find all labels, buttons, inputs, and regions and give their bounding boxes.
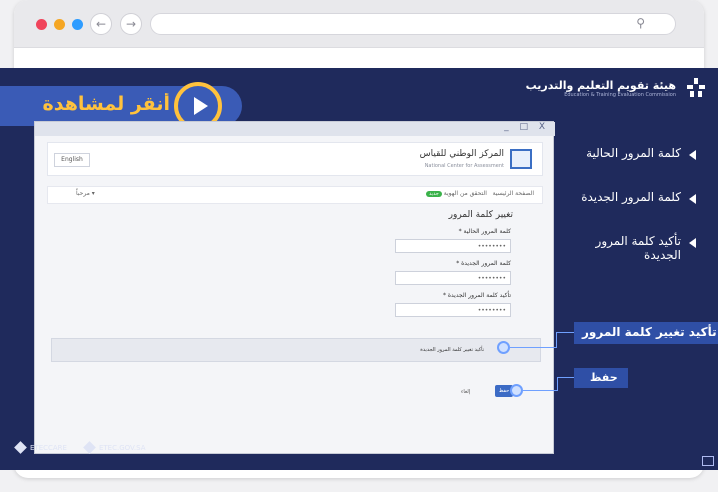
bullet-icon — [689, 238, 696, 248]
close-dot[interactable] — [36, 19, 47, 30]
footer-eteccare[interactable]: ETECCARE — [14, 441, 67, 454]
user-menu[interactable]: مرحباً ▾ — [76, 190, 95, 197]
steps-list: كلمة المرور الحالية كلمة المرور الجديدة … — [556, 146, 696, 292]
inner-nav-links: الصفحة الرئيسية التحقق من الهوية جديد — [426, 190, 534, 197]
save-leader-line — [523, 390, 557, 391]
center-name-ar: المركز الوطني للقياس — [419, 149, 504, 159]
diamond-icon — [14, 441, 27, 454]
minimize-dot[interactable] — [54, 19, 65, 30]
nav-home[interactable]: الصفحة الرئيسية — [493, 190, 534, 197]
footer-links: ETECCARE ETEC.GOV.SA — [14, 441, 146, 454]
current-password-label: كلمة المرور الحالية * — [458, 228, 511, 235]
step-label: كلمة المرور الجديدة — [581, 190, 681, 204]
english-button[interactable]: English — [54, 153, 90, 167]
screen: ← → ⚲ هيئة تقويم التعليم والتدريب Educat… — [0, 0, 718, 492]
watch-video-label: أنقر لمشاهدة — [42, 93, 170, 115]
browser-toolbar: ← → ⚲ — [14, 0, 704, 48]
confirm-change-callout: تأكيد تغيير كلمة المرور — [574, 322, 718, 344]
new-badge: جديد — [426, 191, 442, 197]
confirm-leader-line — [510, 347, 556, 348]
current-password-field[interactable]: •••••••• — [395, 239, 511, 253]
demo-window-titlebar: _ □ X — [35, 122, 555, 136]
corner-logo-icon — [702, 456, 714, 466]
diamond-icon — [83, 441, 96, 454]
step-current-password: كلمة المرور الحالية — [556, 146, 696, 160]
confirm-password-field[interactable]: •••••••• — [395, 303, 511, 317]
content-top-strip — [14, 48, 704, 68]
cancel-button[interactable]: إلغاء — [461, 389, 470, 395]
confirm-leader-vertical — [556, 332, 557, 348]
step-label: كلمة المرور الحالية — [586, 146, 681, 160]
confirm-change-row: تأكيد تغيير كلمة المرور الجديدة — [51, 338, 541, 362]
footer-website[interactable]: ETEC.GOV.SA — [83, 441, 146, 454]
confirm-leader-end — [556, 332, 574, 333]
bullet-icon — [689, 150, 696, 160]
form-title: تغيير كلمة المرور — [448, 210, 513, 220]
brand-name-ar: هيئة تقويم التعليم والتدريب — [525, 78, 676, 92]
center-name-en: National Center for Assessment — [424, 163, 504, 169]
inner-nav-bar: مرحباً ▾ الصفحة الرئيسية التحقق من الهوي… — [47, 186, 543, 204]
brand-text: هيئة تقويم التعليم والتدريب Education & … — [526, 79, 676, 98]
confirm-highlight-ring — [497, 341, 510, 354]
step-new-password: كلمة المرور الجديدة — [556, 190, 696, 204]
step-label: تأكيد كلمة المرور الجديدة — [595, 234, 681, 262]
confirm-change-label: تأكيد تغيير كلمة المرور الجديدة — [420, 347, 484, 353]
back-icon[interactable]: ← — [90, 13, 112, 35]
confirm-password-label: تأكيد كلمة المرور الجديدة * — [442, 292, 511, 299]
new-password-field[interactable]: •••••••• — [395, 271, 511, 285]
forward-icon[interactable]: → — [120, 13, 142, 35]
search-icon[interactable]: ⚲ — [636, 16, 645, 30]
step-confirm-password: تأكيد كلمة المرور الجديدة — [556, 234, 696, 262]
nca-logo-icon — [510, 149, 532, 169]
brand-name-en: Education & Training Evaluation Commissi… — [564, 91, 676, 98]
address-bar[interactable]: ⚲ — [150, 13, 676, 35]
save-callout: حفظ — [574, 368, 628, 388]
window-controls[interactable]: _ □ X — [504, 122, 549, 132]
brand-header: هيئة تقويم التعليم والتدريب Education & … — [526, 76, 708, 100]
etec-logo-icon — [687, 78, 705, 97]
save-leader-end — [557, 377, 574, 378]
footer-label: ETEC.GOV.SA — [98, 443, 146, 452]
inner-site-header: English المركز الوطني للقياس National Ce… — [47, 142, 543, 176]
video-stage: هيئة تقويم التعليم والتدريب Education & … — [0, 68, 718, 470]
demo-window: _ □ X English المركز الوطني للقياس Natio… — [34, 121, 555, 454]
watch-video-button[interactable]: أنقر لمشاهدة — [0, 82, 242, 130]
save-leader-vertical — [557, 377, 558, 391]
save-highlight-ring — [510, 384, 523, 397]
footer-label: ETECCARE — [30, 443, 67, 452]
maximize-dot[interactable] — [72, 19, 83, 30]
bullet-icon — [689, 194, 696, 204]
new-password-label: كلمة المرور الجديدة * — [456, 260, 511, 267]
nav-verify[interactable]: التحقق من الهوية — [444, 190, 487, 197]
